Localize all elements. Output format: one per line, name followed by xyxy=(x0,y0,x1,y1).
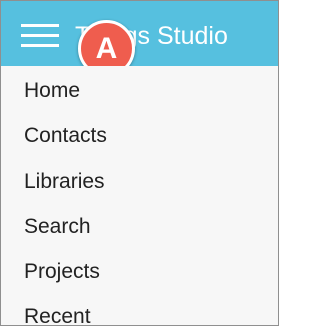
nav-item-libraries[interactable]: Libraries xyxy=(1,159,278,204)
nav-menu: Home Contacts Libraries Search Projects … xyxy=(1,66,278,325)
nav-item-home[interactable]: Home xyxy=(1,68,278,113)
hamburger-line xyxy=(21,24,59,27)
hamburger-line xyxy=(21,34,59,37)
hamburger-icon[interactable] xyxy=(21,23,59,49)
nav-item-projects[interactable]: Projects xyxy=(1,249,278,294)
hamburger-line xyxy=(21,44,59,47)
nav-item-contacts[interactable]: Contacts xyxy=(1,113,278,158)
app-window: Things Studio A Home Contacts Libraries … xyxy=(0,0,279,326)
nav-item-search[interactable]: Search xyxy=(1,204,278,249)
nav-item-recent[interactable]: Recent xyxy=(1,294,278,325)
app-header: Things Studio xyxy=(1,1,278,66)
